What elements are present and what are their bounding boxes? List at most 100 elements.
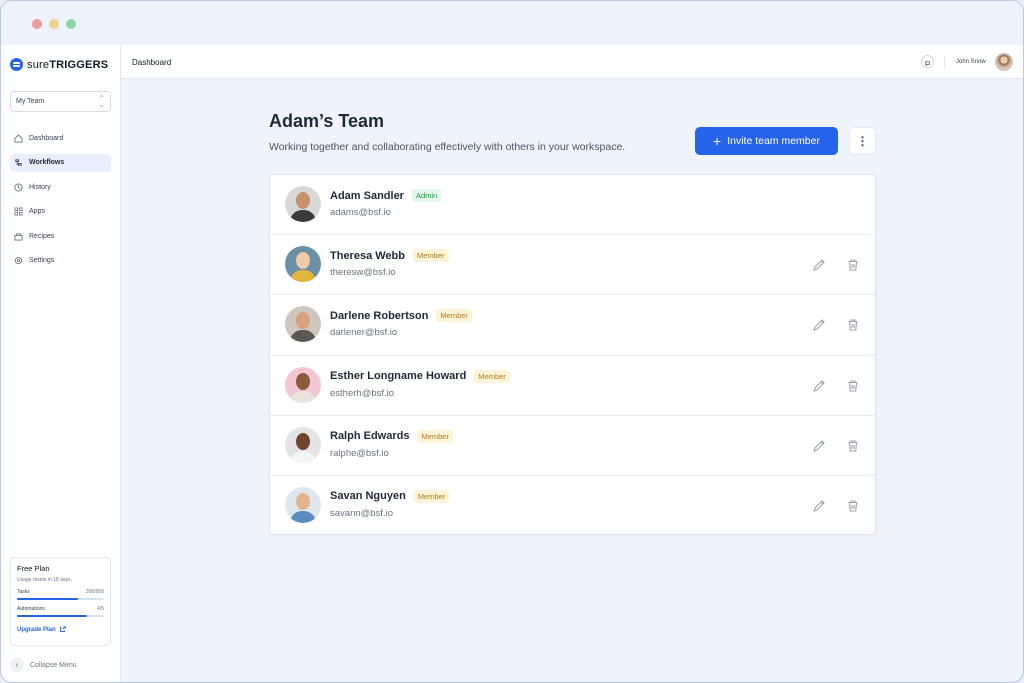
sidebar-item-label: History [29, 183, 51, 191]
app-window: sureTRIGGERS My Team ⌃ ⌄ Dashboard Workflo… [0, 0, 1024, 683]
role-badge: Member [474, 369, 510, 383]
sidebar-item-dashboard[interactable]: Dashboard [10, 129, 111, 147]
page-subtitle: Working together and collaborating effec… [269, 141, 626, 153]
member-email: theresw@bsf.io [330, 267, 396, 279]
member-avatar [285, 246, 321, 283]
invite-button-label: Invite team member [727, 135, 820, 147]
trash-icon[interactable] [846, 318, 860, 332]
member-name: Darlene Robertson [330, 309, 429, 322]
sidebar: sureTRIGGERS My Team ⌃ ⌄ Dashboard Workflo… [1, 45, 121, 682]
member-email: ralphe@bsf.io [330, 447, 389, 459]
upgrade-plan-label: Upgrade Plan [17, 626, 56, 633]
member-avatar [285, 426, 321, 463]
sidebar-item-workflows[interactable]: Workflows [10, 153, 111, 172]
edit-icon[interactable] [812, 499, 826, 513]
user-name[interactable]: John Snow [956, 59, 986, 65]
member-row: Ralph Edwards Member ralphe@bsf.io [270, 416, 875, 476]
role-badge: Member [413, 489, 450, 503]
tasks-progress-fill [17, 598, 78, 600]
trash-icon[interactable] [846, 379, 860, 393]
member-row: Theresa Webb Member theresw@bsf.io [270, 235, 875, 296]
tasks-value: 350/500 [85, 589, 104, 595]
member-name-line: Theresa Webb Member [330, 249, 449, 263]
page-title: Adam’s Team [269, 111, 385, 131]
trash-icon[interactable] [846, 499, 860, 513]
member-name: Theresa Webb [330, 249, 405, 262]
header-divider [944, 55, 945, 69]
user-avatar[interactable] [995, 53, 1013, 71]
settings-icon [14, 256, 23, 265]
edit-icon[interactable] [812, 318, 826, 332]
member-avatar [285, 486, 321, 523]
member-row: Savan Nguyen Member savann@bsf.io [270, 476, 875, 536]
member-email: darlener@bsf.io [330, 327, 398, 339]
close-window-dot[interactable] [32, 19, 42, 29]
collapse-menu-button[interactable]: ‹ Collapse Menu [10, 658, 77, 672]
automations-label: Automations: [17, 606, 47, 612]
sidebar-item-settings[interactable]: Settings [10, 252, 111, 270]
maximize-window-dot[interactable] [66, 19, 76, 29]
role-badge: Member [413, 249, 449, 263]
role-badge: Admin [411, 189, 442, 202]
member-row: Darlene Robertson Member darlener@bsf.io [270, 295, 875, 356]
minimize-window-dot[interactable] [49, 19, 59, 29]
window-titlebar [1, 1, 1023, 45]
role-badge: Member [417, 429, 453, 443]
member-avatar [285, 366, 321, 403]
brand-name: sureTRIGGERS [27, 58, 109, 71]
trash-icon[interactable] [846, 258, 860, 272]
tasks-label: Tasks [17, 589, 30, 595]
trash-icon[interactable] [846, 439, 860, 453]
more-options-button[interactable]: ⋮ [849, 127, 876, 155]
member-avatar [285, 186, 321, 222]
sidebar-item-label: Dashboard [29, 134, 64, 142]
team-select-value: My Team [16, 98, 45, 105]
upgrade-plan-link[interactable]: Upgrade Plan [17, 626, 104, 633]
tasks-meter-row: Tasks 350/500 [17, 589, 104, 595]
history-icon [14, 182, 23, 192]
edit-icon[interactable] [812, 379, 826, 393]
top-header: Dashboard John Snow [121, 45, 1023, 79]
edit-icon[interactable] [812, 258, 826, 272]
sidebar-item-label: Recipes [29, 232, 55, 240]
role-badge: Member [436, 309, 472, 323]
edit-icon[interactable] [812, 439, 826, 453]
brand-logo[interactable]: sureTRIGGERS [10, 58, 108, 71]
workflow-icon [15, 159, 22, 166]
invite-team-member-button[interactable]: + Invite team member [695, 127, 838, 155]
collapse-menu-label: Collapse Menu [30, 661, 77, 669]
plan-title: Free Plan [17, 564, 50, 573]
sidebar-nav: Dashboard Workflows History Apps Recipes Sett… [10, 129, 111, 276]
member-name-line: Darlene Robertson Member [330, 309, 472, 323]
sidebar-item-label: Workflows [29, 159, 65, 166]
breadcrumb[interactable]: Dashboard [132, 58, 171, 67]
automations-value: 4/5 [97, 606, 104, 612]
member-email: estherh@bsf.io [330, 387, 395, 399]
automations-meter-row: Automations: 4/5 [17, 606, 104, 612]
automations-progress-bar [17, 615, 104, 617]
member-name: Adam Sandler [330, 189, 404, 202]
member-row: Esther Longname Howard Member estherh@bsf.… [270, 356, 875, 416]
plan-card: Free Plan Usage resets in 18 days. Tasks… [10, 557, 111, 646]
member-name-line: Ralph Edwards Member [330, 429, 453, 443]
member-name: Ralph Edwards [330, 430, 410, 443]
plus-icon: + [713, 133, 722, 149]
member-row: Adam Sandler Admin adams@bsf.io [270, 175, 875, 236]
sidebar-item-recipes[interactable]: Recipes [10, 227, 111, 245]
feedback-icon[interactable] [921, 55, 934, 68]
member-name: Savan Nguyen [330, 490, 406, 503]
member-name-line: Savan Nguyen Member [330, 489, 450, 503]
member-name-line: Esther Longname Howard Member [330, 369, 510, 383]
logo-icon [10, 58, 23, 71]
member-email: savann@bsf.io [330, 507, 393, 519]
plan-reset-note: Usage resets in 18 days. [17, 577, 73, 583]
sidebar-item-apps[interactable]: Apps [10, 203, 111, 221]
apps-icon [14, 207, 23, 216]
external-link-icon [59, 626, 66, 633]
automations-progress-fill [17, 615, 87, 617]
sidebar-item-history[interactable]: History [10, 178, 111, 196]
home-icon [14, 133, 23, 143]
team-select[interactable]: My Team ⌃ ⌄ [10, 91, 111, 112]
chevron-left-icon: ‹ [10, 658, 24, 672]
tasks-progress-bar [17, 598, 104, 600]
